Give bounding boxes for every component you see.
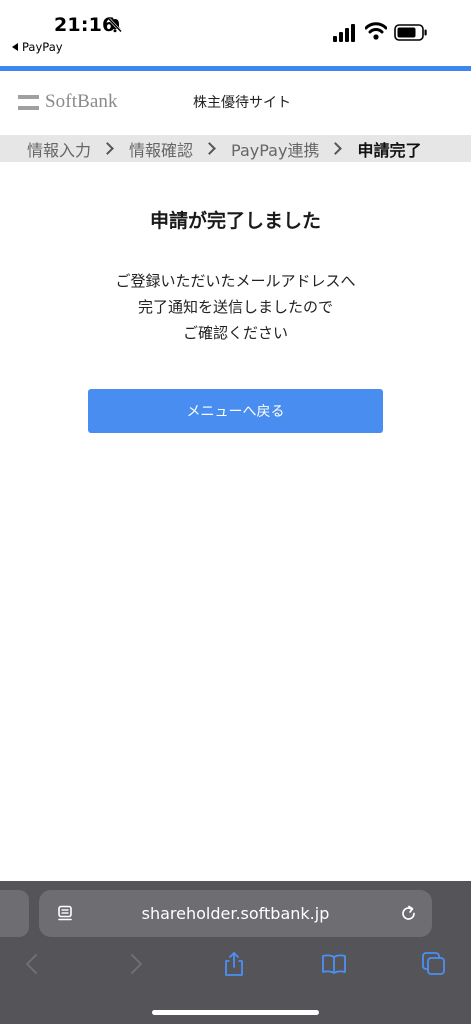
page-title: 申請が完了しました xyxy=(149,210,321,232)
step-application-complete: 申請完了 xyxy=(357,140,422,160)
tabs-icon[interactable] xyxy=(421,951,447,977)
site-header: SoftBank 株主優待サイト xyxy=(0,71,471,135)
back-to-menu-button[interactable]: メニューへ戻る xyxy=(88,389,383,433)
silent-bell-icon xyxy=(108,18,122,33)
chevron-right-icon xyxy=(203,142,216,155)
message-line: ご登録いただいたメールアドレスへ xyxy=(115,272,356,290)
step-paypay-link: PayPay連携 xyxy=(231,140,320,160)
browser-toolbar: shareholder.softbank.jp xyxy=(0,881,471,1024)
step-info-confirm: 情報確認 xyxy=(129,140,194,160)
battery-icon xyxy=(394,24,427,41)
url-text[interactable]: shareholder.softbank.jp xyxy=(39,890,432,937)
back-triangle-icon xyxy=(12,43,18,51)
completion-message: ご登録いただいたメールアドレスへ 完了通知を送信しましたので ご確認ください xyxy=(0,268,471,346)
back-app-label: PayPay xyxy=(22,40,63,54)
logo-text: SoftBank xyxy=(45,91,118,112)
chevron-right-icon xyxy=(101,142,114,155)
status-bar: 21:16 PayPay xyxy=(0,0,471,66)
site-name: 株主優待サイト xyxy=(193,95,291,111)
step-info-input: 情報入力 xyxy=(27,140,92,160)
chevron-right-icon xyxy=(329,142,343,155)
back-icon[interactable] xyxy=(20,951,46,977)
previous-tab-preview[interactable] xyxy=(0,890,29,937)
cellular-signal-icon xyxy=(333,24,355,42)
wifi-icon xyxy=(365,22,387,40)
bookmarks-icon[interactable] xyxy=(321,951,347,977)
message-line: ご確認ください xyxy=(182,324,288,342)
home-indicator[interactable] xyxy=(152,1010,319,1015)
breadcrumb: 情報入力 情報確認 PayPay連携 申請完了 xyxy=(0,135,471,162)
softbank-logo[interactable]: SoftBank xyxy=(18,91,118,113)
back-to-app-link[interactable]: PayPay xyxy=(12,40,63,54)
forward-icon[interactable] xyxy=(122,951,148,977)
reload-icon[interactable] xyxy=(399,904,418,923)
share-icon[interactable] xyxy=(221,951,247,977)
softbank-logo-mark-icon xyxy=(18,94,39,110)
message-line: 完了通知を送信しましたので xyxy=(137,298,333,316)
address-bar[interactable]: shareholder.softbank.jp xyxy=(39,890,432,937)
